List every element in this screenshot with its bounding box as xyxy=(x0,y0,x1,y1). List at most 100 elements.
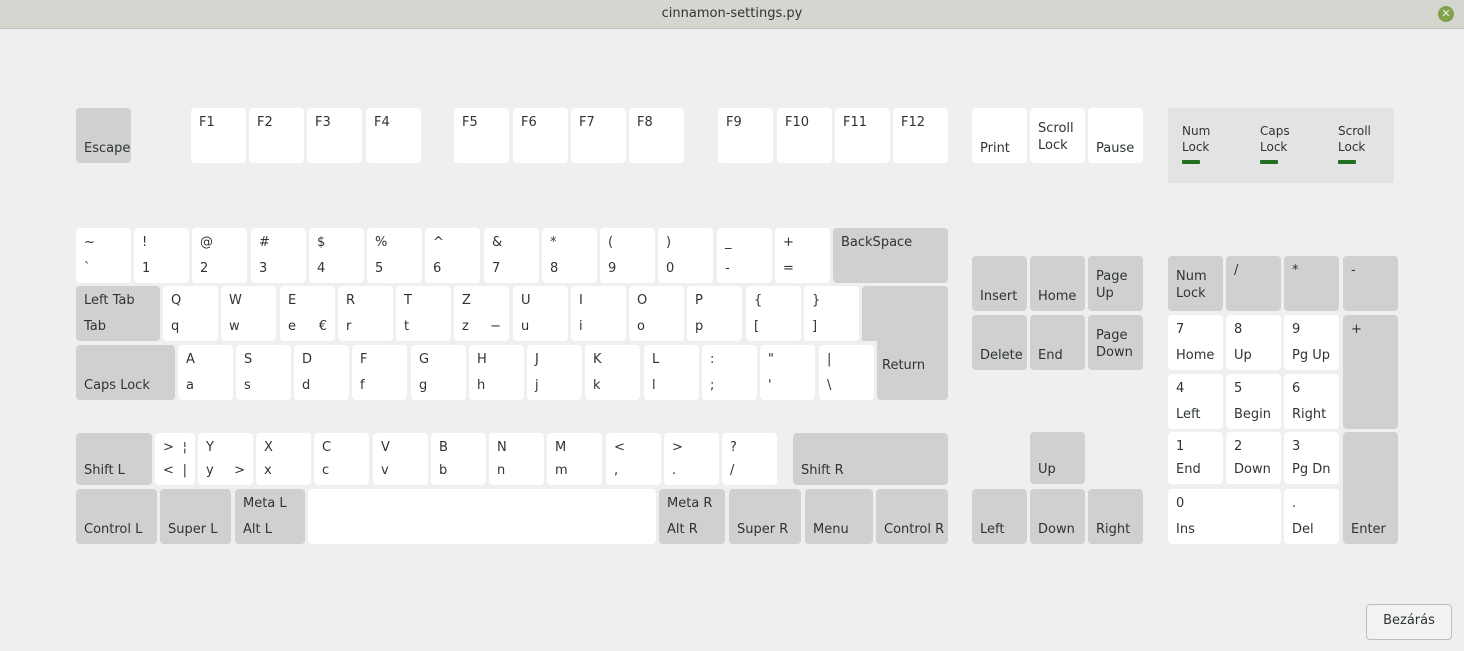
key-h[interactable]: Hh xyxy=(469,345,524,400)
key-period[interactable]: >. xyxy=(664,433,719,485)
key-tab[interactable]: Left Tab Tab xyxy=(76,286,160,341)
key-numpad-7[interactable]: 7 Home xyxy=(1168,315,1223,370)
key-numpad-subtract[interactable]: - xyxy=(1343,256,1398,311)
key-delete[interactable]: Delete xyxy=(972,315,1027,370)
key-numpad-divide[interactable]: / xyxy=(1226,256,1281,311)
key-alt-right[interactable]: Meta R Alt R xyxy=(659,489,725,544)
key-c[interactable]: Cc xyxy=(314,433,369,485)
key-f3[interactable]: F3 xyxy=(307,108,362,163)
key-8[interactable]: * 8 xyxy=(542,228,597,283)
key-n[interactable]: Nn xyxy=(489,433,544,485)
key-numpad-4[interactable]: 4 Left xyxy=(1168,374,1223,429)
key-f[interactable]: Ff xyxy=(352,345,407,400)
key-numpad-6[interactable]: 6 Right xyxy=(1284,374,1339,429)
key-numpad-add[interactable]: + xyxy=(1343,315,1398,429)
key-insert[interactable]: Insert xyxy=(972,256,1027,311)
key-numpad-2[interactable]: 2 Down xyxy=(1226,432,1281,484)
key-k[interactable]: Kk xyxy=(585,345,640,400)
key-x[interactable]: Xx xyxy=(256,433,311,485)
key-f6[interactable]: F6 xyxy=(513,108,568,163)
key-numpad-5[interactable]: 5 Begin xyxy=(1226,374,1281,429)
key-less-greater[interactable]: > ¦ < | xyxy=(155,433,195,485)
key-minus[interactable]: _ - xyxy=(717,228,772,283)
key-super-left[interactable]: Super L xyxy=(160,489,231,544)
key-w[interactable]: Ww xyxy=(221,286,276,341)
key-slash[interactable]: ? / xyxy=(722,433,777,485)
key-f1[interactable]: F1 xyxy=(191,108,246,163)
key-l[interactable]: Ll xyxy=(644,345,699,400)
key-arrow-right[interactable]: Right xyxy=(1088,489,1143,544)
key-9[interactable]: (9 xyxy=(600,228,655,283)
key-3[interactable]: #3 xyxy=(251,228,306,283)
key-arrow-down[interactable]: Down xyxy=(1030,489,1085,544)
key-apostrophe[interactable]: " ' xyxy=(760,345,815,400)
key-m[interactable]: Mm xyxy=(547,433,602,485)
key-2[interactable]: @2 xyxy=(192,228,247,283)
key-5[interactable]: % 5 xyxy=(367,228,422,283)
key-f4[interactable]: F4 xyxy=(366,108,421,163)
key-numpad-0[interactable]: 0 Ins xyxy=(1168,489,1281,544)
key-arrow-left[interactable]: Left xyxy=(972,489,1027,544)
key-0[interactable]: ) 0 xyxy=(658,228,713,283)
key-j[interactable]: Jj xyxy=(527,345,582,400)
key-caps-lock[interactable]: Caps Lock xyxy=(76,345,175,400)
key-7[interactable]: & 7 xyxy=(484,228,539,283)
key-1[interactable]: ! 1 xyxy=(134,228,189,283)
key-f12[interactable]: F12 xyxy=(893,108,948,163)
key-equal[interactable]: + = xyxy=(775,228,830,283)
key-e[interactable]: Ee € xyxy=(280,286,335,341)
key-backspace[interactable]: BackSpace xyxy=(833,228,948,283)
key-page-up[interactable]: Page Up xyxy=(1088,256,1143,311)
key-f5[interactable]: F5 xyxy=(454,108,509,163)
key-f2[interactable]: F2 xyxy=(249,108,304,163)
key-f10[interactable]: F10 xyxy=(777,108,832,163)
key-numpad-enter[interactable]: Enter xyxy=(1343,432,1398,544)
key-a[interactable]: Aa xyxy=(178,345,233,400)
key-control-right[interactable]: Control R xyxy=(876,489,948,544)
key-d[interactable]: Dd xyxy=(294,345,349,400)
close-icon[interactable]: ✕ xyxy=(1438,6,1454,22)
close-dialog-button[interactable]: Bezárás xyxy=(1366,604,1452,640)
key-g[interactable]: Gg xyxy=(411,345,466,400)
key-control-left[interactable]: Control L xyxy=(76,489,157,544)
key-b[interactable]: Bb xyxy=(431,433,486,485)
key-numpad-decimal[interactable]: . Del xyxy=(1284,489,1339,544)
key-bracket-left[interactable]: {[ xyxy=(746,286,801,341)
key-comma[interactable]: <, xyxy=(606,433,661,485)
key-shift-left[interactable]: Shift L xyxy=(76,433,152,485)
key-4[interactable]: $4 xyxy=(309,228,364,283)
key-f7[interactable]: F7 xyxy=(571,108,626,163)
key-numpad-9[interactable]: 9 Pg Up xyxy=(1284,315,1339,370)
key-menu[interactable]: Menu xyxy=(805,489,873,544)
key-y[interactable]: Yy > xyxy=(198,433,253,485)
key-bracket-right[interactable]: }] xyxy=(804,286,859,341)
key-s[interactable]: Ss xyxy=(236,345,291,400)
key-f8[interactable]: F8 xyxy=(629,108,684,163)
key-o[interactable]: Oo xyxy=(629,286,684,341)
key-print[interactable]: Print xyxy=(972,108,1027,163)
key-i[interactable]: Ii xyxy=(571,286,626,341)
key-6[interactable]: ^ 6 xyxy=(425,228,480,283)
key-num-lock[interactable]: Num Lock xyxy=(1168,256,1223,311)
key-escape[interactable]: Escape xyxy=(76,108,131,163)
key-f9[interactable]: F9 xyxy=(718,108,773,163)
key-space[interactable] xyxy=(308,489,656,544)
key-home[interactable]: Home xyxy=(1030,256,1085,311)
key-t[interactable]: Tt xyxy=(396,286,451,341)
key-super-right[interactable]: Super R xyxy=(729,489,801,544)
key-backslash[interactable]: | \ xyxy=(819,345,874,400)
key-numpad-1[interactable]: 1 End xyxy=(1168,432,1223,484)
key-shift-right[interactable]: Shift R xyxy=(793,433,948,485)
key-semicolon[interactable]: :; xyxy=(702,345,757,400)
key-v[interactable]: Vv xyxy=(373,433,428,485)
key-numpad-8[interactable]: 8 Up xyxy=(1226,315,1281,370)
key-arrow-up[interactable]: Up xyxy=(1030,432,1085,484)
key-numpad-multiply[interactable]: * xyxy=(1284,256,1339,311)
key-numpad-3[interactable]: 3 Pg Dn xyxy=(1284,432,1339,484)
key-p[interactable]: Pp xyxy=(687,286,742,341)
key-alt-left[interactable]: Meta L Alt L xyxy=(235,489,305,544)
key-u[interactable]: Uu xyxy=(513,286,568,341)
key-z[interactable]: Zz − xyxy=(454,286,509,341)
key-scroll-lock[interactable]: Scroll Lock xyxy=(1030,108,1085,163)
key-q[interactable]: Qq xyxy=(163,286,218,341)
